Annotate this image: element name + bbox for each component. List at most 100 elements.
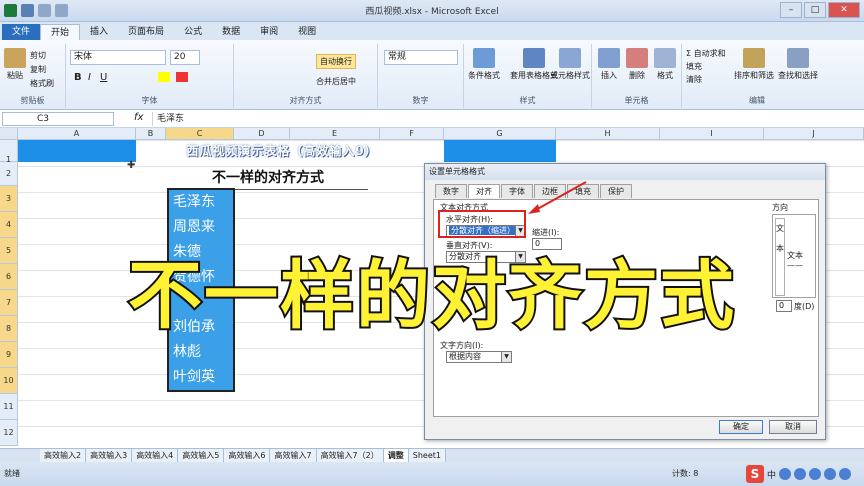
sort-icon (743, 48, 765, 68)
row-header[interactable]: 11 (0, 394, 18, 420)
sheet-tab-active[interactable]: 调整 (383, 449, 409, 462)
ime-language[interactable]: 中 (767, 468, 776, 481)
cancel-button[interactable]: 取消 (769, 420, 817, 434)
sheet-tab[interactable]: 高效输入5 (178, 449, 225, 462)
tab-protection[interactable]: 保护 (600, 184, 632, 198)
name-cell[interactable]: 叶剑英 (169, 365, 233, 390)
sheet-tab[interactable]: 高效输入7 (270, 449, 317, 462)
sheet-tab[interactable]: 高效输入4 (132, 449, 179, 462)
tab-data[interactable]: 数据 (212, 24, 250, 40)
conditional-format-button[interactable]: 条件格式 (468, 48, 500, 81)
ok-button[interactable]: 确定 (719, 420, 763, 434)
sheet-tab[interactable]: 高效输入6 (224, 449, 271, 462)
minimize-button[interactable]: – (780, 2, 802, 18)
cut-button[interactable]: 剪切 (30, 50, 46, 61)
delete-cells-button[interactable]: 删除 (626, 48, 648, 81)
ime-voice-icon[interactable] (809, 468, 822, 480)
row-header[interactable]: 1 (0, 140, 18, 164)
close-button[interactable]: ✕ (828, 2, 860, 18)
sheet-tab[interactable]: 高效输入2 (40, 449, 87, 462)
font-color-icon[interactable] (176, 72, 188, 82)
name-cell[interactable]: 周恩来 (169, 215, 233, 240)
column-header-selected[interactable]: C (166, 128, 234, 140)
row-header[interactable]: 2 (0, 162, 18, 186)
tab-number[interactable]: 数字 (435, 184, 467, 198)
paste-icon (4, 48, 26, 68)
cell-a1-filled[interactable] (18, 140, 136, 162)
ime-keyboard-icon[interactable] (824, 468, 837, 480)
fx-icon[interactable]: fx (134, 112, 143, 123)
cell-styles-button[interactable]: 单元格样式 (550, 48, 590, 81)
row-header-selected[interactable]: 10 (0, 368, 18, 394)
column-header[interactable]: A (18, 128, 136, 140)
alignment-group: 自动换行 合并后居中 对齐方式 (234, 44, 378, 108)
fill-color-icon[interactable] (158, 72, 170, 82)
column-headers: A B C D E F G H I J (18, 128, 864, 140)
ribbon-tabs: 文件 开始 插入 页面布局 公式 数据 审阅 视图 (0, 22, 864, 40)
find-select-button[interactable]: 查找和选择 (778, 48, 818, 81)
sheet-tab[interactable]: 高效输入7（2） (316, 449, 384, 462)
merge-center-button[interactable]: 合并后居中 (316, 76, 356, 87)
cells-group: 插入 删除 格式 单元格 (592, 44, 682, 108)
row-header[interactable]: 12 (0, 420, 18, 446)
column-header[interactable]: G (444, 128, 556, 140)
column-header[interactable]: B (136, 128, 166, 140)
sort-filter-button[interactable]: 排序和筛选 (734, 48, 774, 81)
row-header-selected[interactable]: 3 (0, 186, 18, 212)
tab-alignment[interactable]: 对齐 (468, 184, 500, 198)
formula-input[interactable]: 毛泽东 (152, 112, 860, 126)
name-cell[interactable]: 毛泽东 (169, 190, 233, 215)
format-painter-button[interactable]: 格式刷 (30, 78, 54, 89)
maximize-button[interactable]: □ (804, 2, 826, 18)
insert-cells-button[interactable]: 插入 (598, 48, 620, 81)
title-bar: 西瓜视频.xlsx - Microsoft Excel – □ ✕ (0, 0, 864, 22)
alignment-label: 对齐方式 (289, 96, 322, 105)
underline-button[interactable]: U (100, 72, 107, 83)
tab-formulas[interactable]: 公式 (174, 24, 212, 40)
tab-insert[interactable]: 插入 (80, 24, 118, 40)
tab-view[interactable]: 视图 (288, 24, 326, 40)
select-all-corner[interactable] (0, 128, 18, 140)
ime-emoji-icon[interactable] (794, 468, 807, 480)
cell-g1-filled[interactable] (444, 140, 556, 162)
column-header[interactable]: E (290, 128, 380, 140)
sheet-tab[interactable]: 高效输入3 (86, 449, 133, 462)
window-controls: – □ ✕ (780, 2, 860, 18)
sogou-ime-logo-icon[interactable]: S (746, 465, 764, 483)
column-header[interactable]: I (660, 128, 764, 140)
text-direction-select[interactable]: 根据内容 ▼ (446, 351, 512, 363)
formula-bar: C3 fx 毛泽东 (0, 110, 864, 128)
italic-button[interactable]: I (88, 72, 91, 83)
tab-page-layout[interactable]: 页面布局 (118, 24, 174, 40)
font-name-select[interactable]: 宋体 (70, 50, 166, 65)
ime-punctuation-icon[interactable] (779, 468, 792, 480)
column-header[interactable]: D (234, 128, 290, 140)
insert-icon (598, 48, 620, 68)
row-header-selected[interactable]: 9 (0, 342, 18, 368)
table-header[interactable]: 不一样的对齐方式 (168, 166, 368, 190)
row-header-selected[interactable]: 4 (0, 212, 18, 238)
font-size-select[interactable]: 20 (170, 50, 200, 65)
number-format-select[interactable]: 常规 (384, 50, 458, 65)
column-header[interactable]: H (556, 128, 660, 140)
chevron-down-icon[interactable]: ▼ (501, 352, 511, 362)
tab-home[interactable]: 开始 (40, 24, 81, 40)
tab-review[interactable]: 审阅 (250, 24, 288, 40)
sheet-tab[interactable]: Sheet1 (408, 449, 446, 462)
ime-menu-icon[interactable] (839, 468, 852, 480)
column-header[interactable]: F (380, 128, 444, 140)
autosum-button[interactable]: Σ 自动求和 (686, 48, 726, 59)
bold-button[interactable]: B (74, 72, 82, 83)
clear-button[interactable]: 清除 (686, 74, 702, 85)
fill-button[interactable]: 填充 (686, 61, 702, 72)
sheet-tabs: 高效输入2 高效输入3 高效输入4 高效输入5 高效输入6 高效输入7 高效输入… (0, 448, 864, 462)
copy-button[interactable]: 复制 (30, 64, 46, 75)
video-caption: 不一样的对齐方式 (126, 251, 736, 341)
clipboard-group: 粘贴 剪切 复制 格式刷 剪贴板 (0, 44, 66, 108)
format-cells-button[interactable]: 格式 (654, 48, 676, 81)
column-header[interactable]: J (764, 128, 864, 140)
tab-file[interactable]: 文件 (2, 24, 41, 40)
paste-button[interactable]: 粘贴 (4, 48, 26, 81)
wrap-text-button[interactable]: 自动换行 (316, 54, 356, 69)
name-box[interactable]: C3 (2, 112, 114, 126)
